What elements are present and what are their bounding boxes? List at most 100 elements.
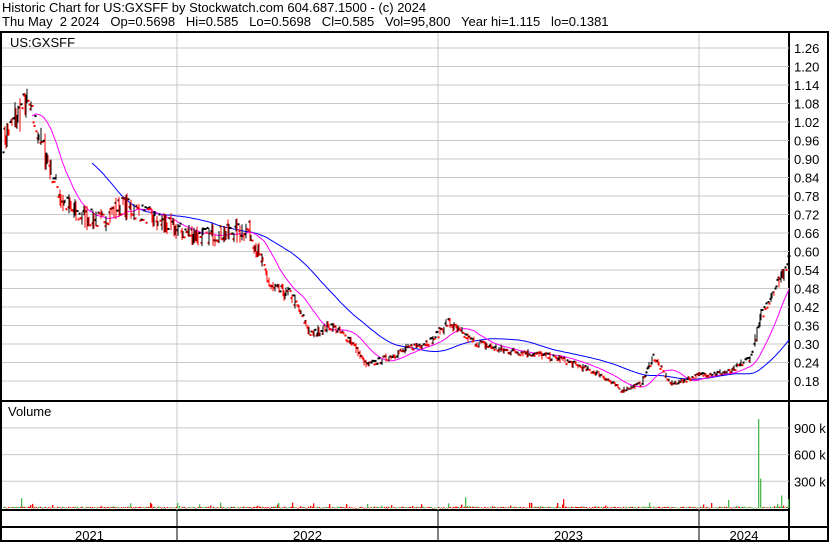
volume-bar: [586, 506, 588, 508]
volume-bar: [412, 505, 414, 508]
price-bar: [418, 343, 421, 346]
price-bar: [102, 213, 105, 216]
volume-bar: [350, 507, 352, 509]
price-bar: [32, 121, 35, 124]
price-bar: [493, 348, 496, 351]
volume-bar: [650, 507, 652, 508]
volume-bar: [730, 507, 732, 508]
price-bar: [372, 359, 375, 362]
price-bar: [167, 227, 170, 230]
price-bar: [302, 314, 305, 317]
price-bar: [141, 204, 144, 207]
volume-bar: [64, 507, 66, 508]
price-bar: [649, 365, 652, 368]
volume-bar: [695, 507, 697, 508]
volume-bar: [162, 507, 164, 508]
volume-bar: [539, 507, 541, 509]
year-label: 2023: [554, 528, 583, 543]
price-bar: [34, 115, 37, 118]
price-bar: [204, 227, 207, 230]
price-bar: [2, 151, 5, 154]
price-bar: [344, 334, 347, 337]
price-bar: [295, 300, 298, 303]
price-bar: [120, 213, 123, 216]
volume-bar: [389, 507, 391, 508]
price-bar: [519, 354, 522, 357]
volume-bar: [222, 507, 224, 509]
price-bar: [20, 103, 23, 106]
price-bar: [734, 369, 737, 372]
price-bar: [366, 362, 369, 365]
price-bar: [314, 328, 317, 331]
volume-bar: [96, 507, 98, 509]
price-bar: [463, 336, 466, 339]
price-tick-label: 0.30: [794, 337, 819, 352]
volume-bar: [266, 507, 268, 509]
price-chart: 1.26 1.20 1.14 1.08 1.02 0.96 0.90 0.84 0.78 0.72…: [0, 31, 829, 543]
volume-bar: [626, 506, 628, 508]
volume-bar: [151, 503, 153, 508]
price-bar: [750, 353, 753, 356]
price-bar: [584, 365, 587, 368]
volume-bar: [423, 506, 425, 508]
price-bar: [373, 363, 376, 366]
price-bar: [183, 236, 186, 239]
volume-bar: [323, 506, 325, 508]
volume-bar: [178, 507, 180, 509]
volume-bar: [495, 507, 497, 508]
price-bar: [702, 374, 705, 377]
price-bar: [741, 364, 744, 367]
price-bar: [470, 337, 473, 340]
volume-bar: [77, 506, 79, 508]
price-tick-label: 0.48: [794, 282, 819, 297]
price-bar: [179, 222, 182, 225]
volume-bar: [33, 507, 35, 509]
volume-bar: [485, 507, 487, 508]
price-bar: [184, 228, 187, 231]
price-bar: [775, 285, 778, 288]
price-bar: [229, 226, 232, 229]
price-tick-label: 1.14: [794, 78, 819, 93]
price-bar: [251, 239, 254, 242]
price-tick-label: 0.78: [794, 189, 819, 204]
price-bar: [774, 287, 777, 290]
volume-bar: [285, 506, 287, 508]
price-bar: [330, 323, 333, 326]
volume-bar: [751, 507, 753, 508]
price-bar: [533, 354, 536, 357]
price-bar: [144, 206, 147, 209]
volume-bar: [300, 506, 302, 508]
price-bar: [555, 357, 558, 360]
volume-bar: [595, 506, 597, 508]
price-bar: [199, 235, 202, 238]
price-bar: [237, 223, 240, 226]
price-bar: [21, 107, 24, 110]
volume-bar: [250, 507, 252, 508]
price-bar: [65, 208, 68, 211]
price-bar: [303, 321, 306, 324]
price-bar: [142, 218, 145, 221]
volume-bar: [717, 507, 719, 509]
price-bar: [198, 232, 201, 235]
price-bar: [56, 186, 59, 189]
price-bar: [434, 336, 437, 339]
price-tick-label: 0.96: [794, 134, 819, 149]
year-label: 2022: [293, 528, 322, 543]
price-tick-label: 0.42: [794, 300, 819, 315]
volume-bar: [165, 507, 167, 509]
price-bar: [52, 177, 55, 180]
price-bar: [77, 218, 80, 221]
volume-bar: [486, 507, 488, 509]
price-bar: [178, 225, 181, 228]
volume-bar: [538, 507, 540, 508]
volume-bar: [30, 505, 32, 508]
volume-bar: [75, 506, 77, 508]
price-bar: [546, 352, 549, 355]
price-bar: [35, 130, 38, 133]
volume-bar: [439, 507, 441, 508]
price-bar: [189, 234, 192, 237]
price-bar: [231, 232, 234, 235]
price-bar: [376, 362, 379, 365]
price-tick-label: 1.08: [794, 97, 819, 112]
price-bar: [329, 328, 332, 331]
